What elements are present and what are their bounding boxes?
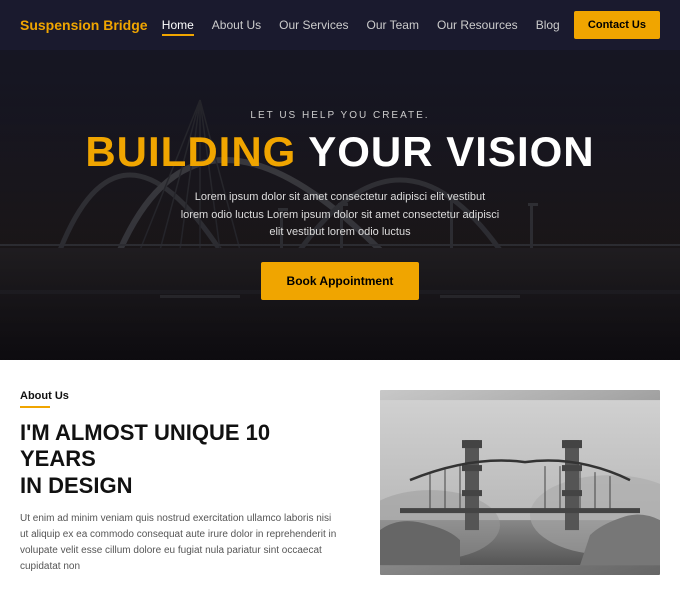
navbar: Suspension Bridge Home About Us Our Serv… (0, 0, 680, 50)
nav-links: Home About Us Our Services Our Team Our … (162, 16, 560, 34)
about-heading-line2: IN DESIGN (20, 473, 132, 498)
site-logo[interactable]: Suspension Bridge (20, 17, 148, 33)
hero-subtitle: LET US HELP YOU CREATE. (85, 110, 594, 121)
nav-link-resources[interactable]: Our Resources (437, 18, 518, 32)
hero-section: LET US HELP YOU CREATE. BUILDING YOUR VI… (0, 50, 680, 360)
nav-item-blog[interactable]: Blog (536, 16, 560, 34)
nav-item-services[interactable]: Our Services (279, 16, 348, 34)
nav-link-team[interactable]: Our Team (367, 18, 419, 32)
hero-title-highlight: BUILDING (85, 128, 296, 175)
nav-item-home[interactable]: Home (162, 16, 194, 34)
nav-item-resources[interactable]: Our Resources (437, 16, 518, 34)
hero-description: Lorem ipsum dolor sit amet consectetur a… (180, 189, 500, 242)
about-section: About Us I'M ALMOST UNIQUE 10 YEARS IN D… (0, 360, 680, 605)
book-appointment-button[interactable]: Book Appointment (261, 262, 420, 300)
hero-title: BUILDING YOUR VISION (85, 131, 594, 173)
nav-link-about[interactable]: About Us (212, 18, 261, 32)
about-label: About Us (20, 390, 340, 402)
about-image (380, 390, 660, 575)
contact-button[interactable]: Contact Us (574, 11, 660, 39)
about-bridge-image (380, 390, 660, 575)
nav-item-team[interactable]: Our Team (367, 16, 419, 34)
hero-title-rest: YOUR VISION (296, 128, 594, 175)
nav-item-about[interactable]: About Us (212, 16, 261, 34)
nav-link-services[interactable]: Our Services (279, 18, 348, 32)
about-heading-line1: I'M ALMOST UNIQUE 10 YEARS (20, 420, 270, 471)
about-description: Ut enim ad minim veniam quis nostrud exe… (20, 511, 340, 575)
about-heading: I'M ALMOST UNIQUE 10 YEARS IN DESIGN (20, 420, 340, 499)
hero-content: LET US HELP YOU CREATE. BUILDING YOUR VI… (25, 110, 654, 300)
nav-link-home[interactable]: Home (162, 18, 194, 36)
about-label-underline (20, 406, 50, 408)
about-text-content: About Us I'M ALMOST UNIQUE 10 YEARS IN D… (20, 390, 350, 575)
nav-link-blog[interactable]: Blog (536, 18, 560, 32)
